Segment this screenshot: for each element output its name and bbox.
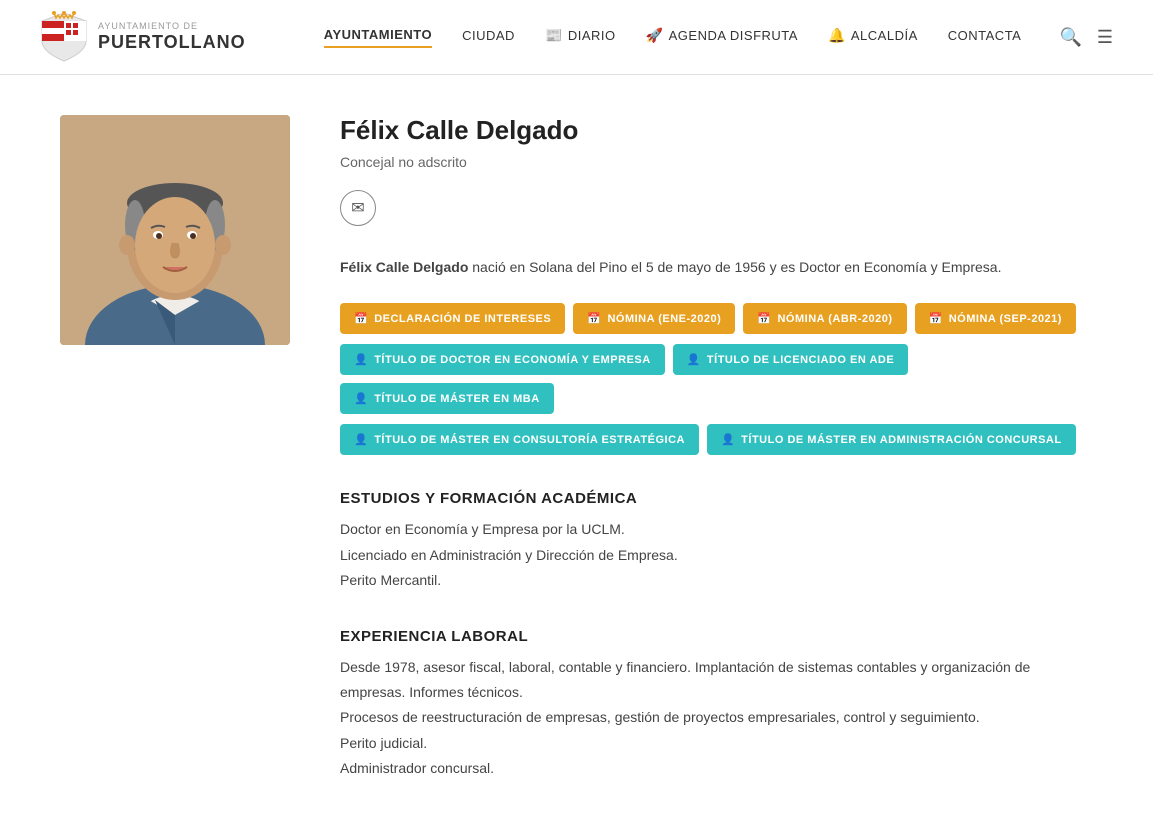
logo[interactable]: AYUNTAMIENTO DE PUERTOLLANO: [40, 11, 246, 63]
email-button[interactable]: ✉: [340, 190, 376, 226]
btn-nomina-sep-label: NÓMINA (sep-2021): [949, 313, 1062, 325]
user-icon-2: 👤: [687, 353, 701, 366]
exp-line-3: Perito judicial.: [340, 731, 1093, 756]
section-experiencia-title: EXPERIENCIA LABORAL: [340, 628, 1093, 645]
header-actions: 🔍 ☰: [1059, 27, 1113, 48]
user-icon-4: 👤: [354, 433, 368, 446]
btn-nomina-abr2020[interactable]: 📅 NÓMINA (abr-2020): [743, 303, 906, 334]
btn-titulo-doctor[interactable]: 👤 TÍTULO DE DOCTOR EN ECONOMÍA Y EMPRESA: [340, 344, 665, 375]
section-estudios-title: ESTUDIOS Y FORMACIÓN ACADÉMICA: [340, 490, 1093, 507]
profile-info: Félix Calle Delgado Concejal no adscrito…: [340, 115, 1093, 781]
search-icon[interactable]: 🔍: [1059, 27, 1081, 48]
btn-row-3: 👤 TÍTULO DE MÁSTER EN CONSULTORÍA ESTRAT…: [340, 424, 1093, 455]
nav-contacta[interactable]: CONTACTA: [948, 28, 1022, 47]
btn-titulo-master-mba[interactable]: 👤 TÍTULO DE MÁSTER EN MBA: [340, 383, 554, 414]
main-content: Félix Calle Delgado Concejal no adscrito…: [0, 75, 1153, 821]
nav-ciudad[interactable]: CIUDAD: [462, 28, 515, 47]
profile-role: Concejal no adscrito: [340, 154, 1093, 170]
section-estudios: ESTUDIOS Y FORMACIÓN ACADÉMICA Doctor en…: [340, 490, 1093, 593]
calendar-icon-3: 📅: [757, 312, 771, 325]
logo-shield-icon: [40, 11, 88, 63]
site-header: AYUNTAMIENTO DE PUERTOLLANO AYUNTAMIENTO…: [0, 0, 1153, 75]
main-nav: AYUNTAMIENTO CIUDAD 📰 DIARIO 🚀 AGENDA DI…: [286, 27, 1060, 48]
nav-diario[interactable]: 📰 DIARIO: [545, 27, 616, 48]
nav-alcaldia[interactable]: 🔔 ALCALDÍA: [828, 27, 918, 48]
menu-icon[interactable]: ☰: [1097, 27, 1113, 48]
nav-diario-label: DIARIO: [568, 28, 616, 43]
calendar-icon-2: 📅: [587, 312, 601, 325]
btn-titulo-licenciado[interactable]: 👤 TÍTULO DE LICENCIADO EN ADE: [673, 344, 908, 375]
btn-titulo-master-consultoria[interactable]: 👤 TÍTULO DE MÁSTER EN CONSULTORÍA ESTRAT…: [340, 424, 699, 455]
btn-nomina-ene-label: NÓMINA (ene-2020): [607, 313, 721, 325]
user-icon-5: 👤: [721, 433, 735, 446]
estudios-line-3: Perito Mercantil.: [340, 568, 1093, 593]
btn-declaracion-label: DECLARACIÓN DE INTERESES: [374, 313, 551, 325]
user-icon-3: 👤: [354, 392, 368, 405]
exp-line-2: Procesos de reestructuración de empresas…: [340, 705, 1093, 730]
btn-titulo-mba-label: TÍTULO DE MÁSTER EN MBA: [374, 393, 540, 405]
logo-title: PUERTOLLANO: [98, 32, 246, 54]
nav-ayuntamiento[interactable]: AYUNTAMIENTO: [324, 27, 432, 48]
calendar-icon: 📰: [545, 27, 563, 44]
btn-nomina-sep2021[interactable]: 📅 NÓMINA (sep-2021): [915, 303, 1076, 334]
profile-section: Félix Calle Delgado Concejal no adscrito…: [60, 115, 1093, 781]
nav-ciudad-label: CIUDAD: [462, 28, 515, 43]
section-estudios-content: Doctor en Economía y Empresa por la UCLM…: [340, 517, 1093, 593]
estudios-line-1: Doctor en Economía y Empresa por la UCLM…: [340, 517, 1093, 542]
nav-agenda[interactable]: 🚀 AGENDA DISFRUTA: [646, 27, 798, 48]
nav-ayuntamiento-label: AYUNTAMIENTO: [324, 27, 432, 42]
profile-name: Félix Calle Delgado: [340, 115, 1093, 146]
profile-photo-svg: [60, 115, 290, 345]
section-experiencia: EXPERIENCIA LABORAL Desde 1978, asesor f…: [340, 628, 1093, 781]
btn-titulo-master-concursal[interactable]: 👤 TÍTULO DE MÁSTER EN ADMINISTRACIÓN CON…: [707, 424, 1076, 455]
btn-row-2: 👤 TÍTULO DE DOCTOR EN ECONOMÍA Y EMPRESA…: [340, 344, 1093, 414]
calendar-icon-1: 📅: [354, 312, 368, 325]
bio-text: Félix Calle Delgado nació en Solana del …: [340, 256, 1093, 278]
nav-agenda-label: AGENDA DISFRUTA: [669, 28, 798, 43]
btn-nomina-abr-label: NÓMINA (abr-2020): [777, 313, 892, 325]
section-experiencia-content: Desde 1978, asesor fiscal, laboral, cont…: [340, 655, 1093, 781]
calendar-icon-4: 📅: [929, 312, 943, 325]
btn-titulo-consultoria-label: TÍTULO DE MÁSTER EN CONSULTORÍA ESTRATÉG…: [374, 434, 685, 446]
logo-subtitle: AYUNTAMIENTO DE: [98, 21, 246, 32]
logo-text: AYUNTAMIENTO DE PUERTOLLANO: [98, 21, 246, 53]
btn-nomina-ene2020[interactable]: 📅 NÓMINA (ene-2020): [573, 303, 735, 334]
btn-declaracion-intereses[interactable]: 📅 DECLARACIÓN DE INTERESES: [340, 303, 565, 334]
btn-titulo-concursal-label: TÍTULO DE MÁSTER EN ADMINISTRACIÓN CONCU…: [741, 434, 1061, 446]
user-icon-1: 👤: [354, 353, 368, 366]
exp-line-1: Desde 1978, asesor fiscal, laboral, cont…: [340, 655, 1093, 705]
btn-titulo-doctor-label: TÍTULO DE DOCTOR EN ECONOMÍA Y EMPRESA: [374, 354, 651, 366]
btn-titulo-licenciado-label: TÍTULO DE LICENCIADO EN ADE: [707, 354, 894, 366]
exp-line-4: Administrador concursal.: [340, 756, 1093, 781]
rocket-icon: 🚀: [646, 27, 664, 44]
profile-photo: [60, 115, 290, 345]
bio-description: nació en Solana del Pino el 5 de mayo de…: [468, 259, 1001, 275]
bio-name-bold: Félix Calle Delgado: [340, 259, 468, 275]
estudios-line-2: Licenciado en Administración y Dirección…: [340, 543, 1093, 568]
nav-alcaldia-label: ALCALDÍA: [851, 28, 918, 43]
nav-contacta-label: CONTACTA: [948, 28, 1022, 43]
bell-icon: 🔔: [828, 27, 846, 44]
btn-row-1: 📅 DECLARACIÓN DE INTERESES 📅 NÓMINA (ene…: [340, 303, 1093, 334]
